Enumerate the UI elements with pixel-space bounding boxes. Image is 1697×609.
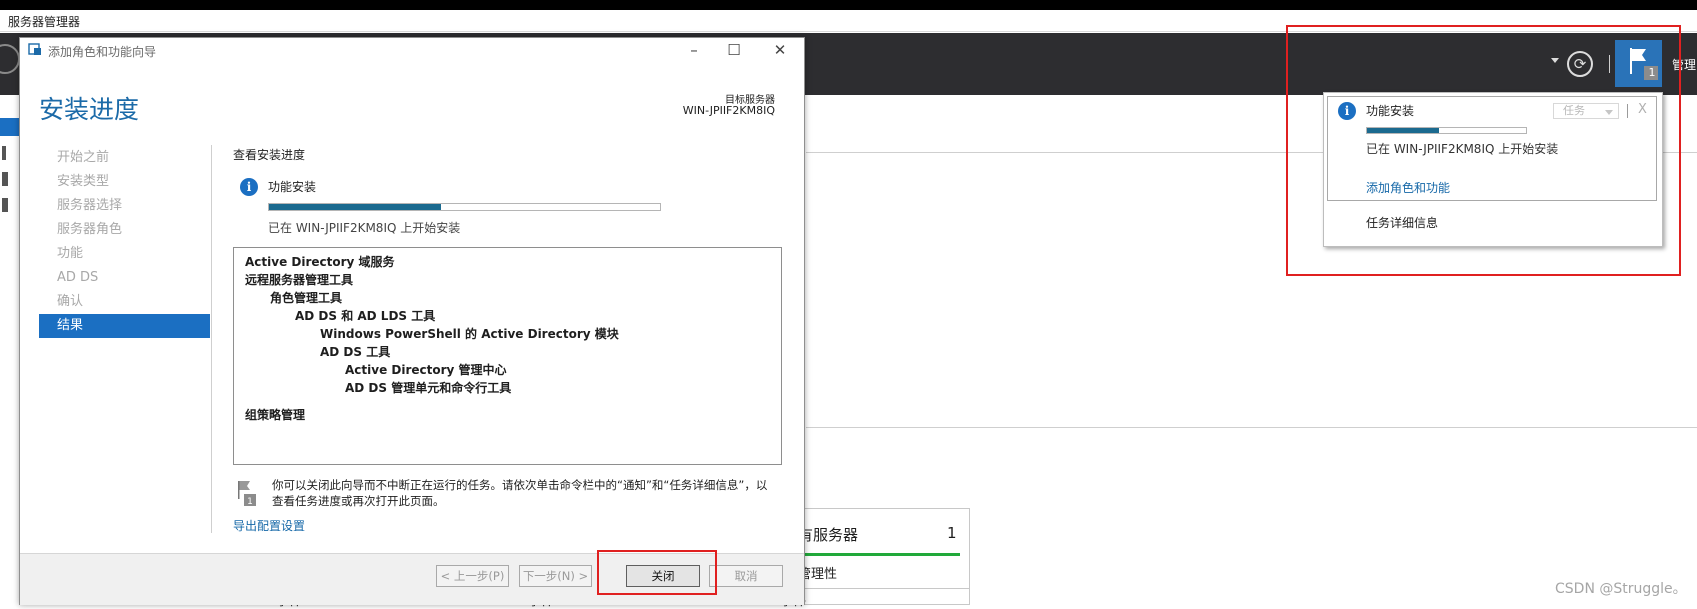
feature-item: Windows PowerShell 的 Active Directory 模块 bbox=[320, 327, 619, 341]
dashboard-icon[interactable] bbox=[0, 118, 20, 136]
server-tile-title: 有服务器 bbox=[798, 526, 859, 544]
cancel-button[interactable]: 取消 bbox=[709, 565, 783, 587]
screen-top-edge bbox=[0, 0, 1697, 10]
file-services-icon[interactable] bbox=[2, 198, 16, 212]
content-divider bbox=[806, 427, 1697, 428]
server-tile-status-bar bbox=[798, 553, 960, 556]
wizard-app-icon bbox=[28, 43, 41, 55]
minimize-icon[interactable]: – bbox=[682, 41, 706, 59]
info-icon: i bbox=[240, 178, 258, 196]
install-progress-fill bbox=[269, 204, 442, 210]
server-tile-count: 1 bbox=[947, 524, 957, 542]
page-title: 安装进度 bbox=[39, 95, 140, 124]
section-title: 查看安装进度 bbox=[233, 148, 306, 162]
feature-item: Active Directory 管理中心 bbox=[345, 363, 507, 377]
nav-item-results[interactable]: 结果 bbox=[39, 314, 210, 338]
note-line: 查看任务进度或再次打开此页面。 bbox=[272, 494, 445, 508]
flag-icon: 1 bbox=[238, 481, 256, 506]
note-line: 你可以关闭此向导而不中断正在运行的任务。请依次单击命令栏中的“通知”和“任务详细… bbox=[272, 478, 768, 492]
svg-text:1: 1 bbox=[247, 497, 253, 506]
highlight-box bbox=[597, 550, 717, 595]
export-config-link[interactable]: 导出配置设置 bbox=[233, 517, 305, 534]
feature-item: AD DS 工具 bbox=[320, 345, 391, 359]
nav-item-server-selection[interactable]: 服务器选择 bbox=[39, 194, 210, 218]
all-servers-icon[interactable] bbox=[2, 172, 16, 186]
close-icon[interactable]: ✕ bbox=[768, 41, 792, 59]
install-status: 已在 WIN-JPIIF2KM8IQ 上开始安装 bbox=[268, 221, 461, 235]
highlight-box bbox=[1286, 25, 1681, 276]
feature-item: 角色管理工具 bbox=[270, 291, 343, 305]
nav-item-before-you-begin[interactable]: 开始之前 bbox=[39, 146, 210, 170]
nav-item-features[interactable]: 功能 bbox=[39, 242, 210, 266]
wizard-window-title: 添加角色和功能向导 bbox=[48, 45, 157, 59]
features-list: Active Directory 域服务 远程服务器管理工具 角色管理工具 AD… bbox=[233, 247, 782, 465]
app-title: 服务器管理器 bbox=[8, 15, 81, 29]
feature-item: Active Directory 域服务 bbox=[245, 255, 395, 269]
nav-divider bbox=[211, 145, 212, 533]
feature-item: 组策略管理 bbox=[245, 408, 306, 422]
maximize-icon[interactable]: ☐ bbox=[722, 41, 746, 59]
destination-server-value: WIN-JPIIF2KM8IQ bbox=[682, 104, 775, 117]
next-button[interactable]: 下一步(N) > bbox=[519, 565, 592, 587]
feature-item: AD DS 和 AD LDS 工具 bbox=[295, 309, 436, 323]
nav-item-installation-type[interactable]: 安装类型 bbox=[39, 170, 210, 194]
feature-item: AD DS 管理单元和命令行工具 bbox=[345, 381, 512, 395]
nav-item-ad-ds[interactable]: AD DS bbox=[39, 266, 210, 290]
watermark: CSDN @Struggle。 bbox=[1555, 581, 1687, 597]
nav-item-server-roles[interactable]: 服务器角色 bbox=[39, 218, 210, 242]
nav-item-confirmation[interactable]: 确认 bbox=[39, 290, 210, 314]
previous-button[interactable]: < 上一步(P) bbox=[436, 565, 509, 587]
close-wizard-note: 你可以关闭此向导而不中断正在运行的任务。请依次单击命令栏中的“通知”和“任务详细… bbox=[272, 477, 792, 509]
install-title: 功能安装 bbox=[268, 180, 317, 194]
local-server-icon[interactable] bbox=[2, 146, 16, 160]
install-progress-bar bbox=[268, 203, 661, 211]
feature-item: 远程服务器管理工具 bbox=[245, 273, 354, 287]
